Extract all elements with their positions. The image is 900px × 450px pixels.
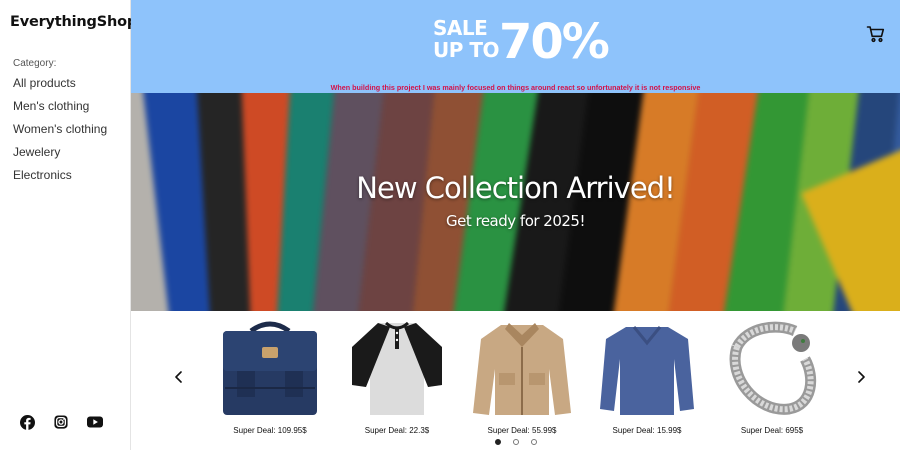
- raglan-tshirt-image: [352, 321, 442, 415]
- bracelet-image: [729, 321, 817, 415]
- category-item-all-products[interactable]: All products: [13, 76, 107, 99]
- up-to-text: UP TO: [433, 38, 500, 62]
- product-card[interactable]: Super Deal: 109.95$: [215, 317, 325, 435]
- product-price: Super Deal: 55.99$: [487, 426, 557, 435]
- product-card[interactable]: Super Deal: 15.99$: [592, 317, 702, 435]
- carousel-dot[interactable]: [513, 439, 519, 445]
- carousel-next-button[interactable]: [853, 369, 869, 385]
- sale-text: SALE: [433, 16, 488, 40]
- social-links: [19, 414, 103, 430]
- responsive-notice: When building this project I was mainly …: [330, 83, 701, 92]
- hero-subtitle: Get ready for 2025!: [445, 212, 586, 230]
- category-item-jewelery[interactable]: Jewelery: [13, 145, 107, 168]
- shopping-cart-icon[interactable]: [866, 24, 886, 44]
- category-item-mens-clothing[interactable]: Men's clothing: [13, 99, 107, 122]
- longsleeve-shirt-image: [600, 326, 694, 415]
- backpack-image: [223, 321, 317, 415]
- carousel-pagination: [495, 439, 537, 445]
- category-list: All products Men's clothing Women's clot…: [13, 76, 107, 191]
- hero-banner: New Collection Arrived! Get ready for 20…: [131, 93, 900, 311]
- product-card[interactable]: Super Deal: 55.99$: [467, 317, 577, 435]
- chevron-left-icon: [175, 371, 182, 383]
- product-card[interactable]: Super Deal: 695$: [717, 317, 827, 435]
- hero-title: New Collection Arrived!: [356, 171, 675, 205]
- product-price: Super Deal: 109.95$: [233, 426, 307, 435]
- sale-headline: SALE UP TO 70%: [433, 14, 623, 74]
- carousel-dot[interactable]: [531, 439, 537, 445]
- sale-banner: SALE UP TO 70% When building this projec…: [131, 0, 900, 93]
- product-price: Super Deal: 695$: [740, 426, 804, 435]
- product-price: Super Deal: 22.3$: [364, 426, 430, 435]
- category-item-womens-clothing[interactable]: Women's clothing: [13, 122, 107, 145]
- youtube-icon[interactable]: [87, 414, 103, 430]
- carousel-prev-button[interactable]: [171, 369, 187, 385]
- product-price: Super Deal: 15.99$: [612, 426, 682, 435]
- facebook-icon[interactable]: [19, 414, 35, 430]
- carousel-dot[interactable]: [495, 439, 501, 445]
- jacket-image: [473, 323, 571, 415]
- discount-percent: 70%: [499, 14, 610, 70]
- sidebar: EverythingShop Category: All products Me…: [0, 0, 137, 450]
- brand-logo[interactable]: EverythingShop: [10, 14, 137, 30]
- category-item-electronics[interactable]: Electronics: [13, 168, 107, 191]
- product-carousel: Super Deal: 109.95$ Super Deal: 22.3$ Su…: [131, 311, 900, 450]
- chevron-right-icon: [858, 371, 865, 383]
- category-label: Category:: [13, 58, 57, 69]
- instagram-icon[interactable]: [53, 414, 69, 430]
- product-card[interactable]: Super Deal: 22.3$: [342, 317, 452, 435]
